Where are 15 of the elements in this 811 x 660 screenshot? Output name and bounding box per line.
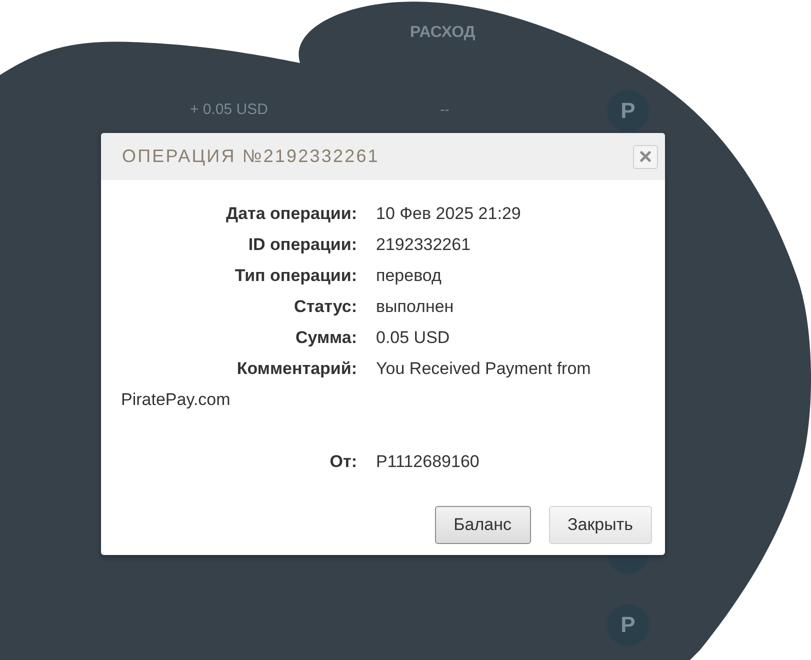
close-icon bbox=[640, 151, 651, 162]
dialog-button[interactable]: Закрыть bbox=[548, 506, 652, 544]
detail-row-text: Статус: выполнен bbox=[293, 296, 455, 318]
dialog-button[interactable]: Баланс bbox=[434, 506, 531, 544]
column-heading: РАСХОД bbox=[410, 24, 476, 42]
dash-text: -- bbox=[440, 101, 450, 117]
detail-row-text: Тип операции: перевод bbox=[234, 265, 442, 287]
detail-row-text: Дата операции: 10 Фев 2025 21:29 bbox=[224, 203, 522, 225]
detail-row-text: Комментарий: You Received Payment from PiratePay.com bbox=[121, 358, 592, 411]
detail-row-text: От: P1112689160 bbox=[328, 451, 480, 473]
dialog-title: ОПЕРАЦИЯ №2192332261 bbox=[122, 146, 380, 167]
amount-text: + 0.05 USD bbox=[190, 101, 268, 118]
close-button[interactable] bbox=[633, 144, 658, 168]
detail-row-text: ID операции: 2192332261 bbox=[247, 234, 472, 256]
detail-row-text: Сумма: 0.05 USD bbox=[294, 327, 451, 349]
